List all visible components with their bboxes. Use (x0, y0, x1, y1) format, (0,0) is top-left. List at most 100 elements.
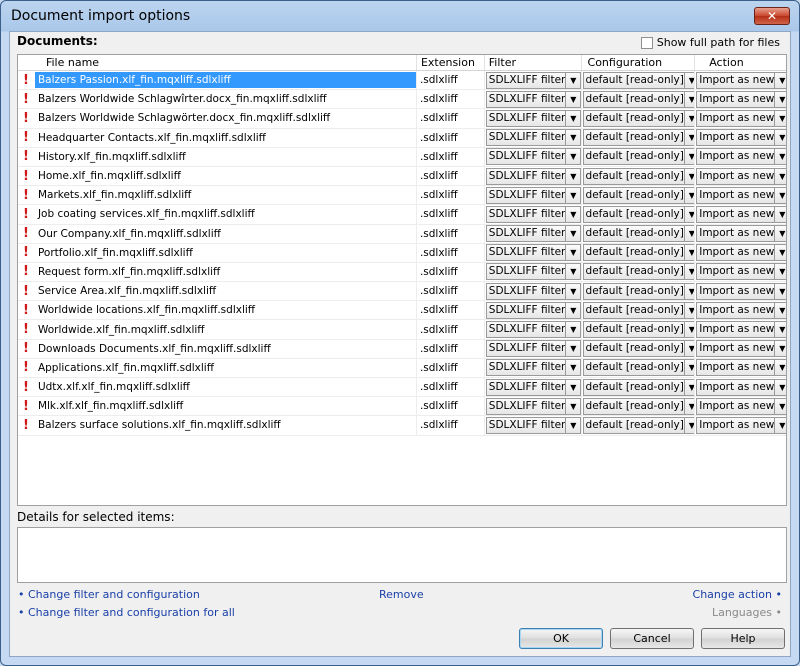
configuration-dropdown[interactable]: default [read-only] ▼ (582, 340, 695, 358)
chevron-down-icon[interactable]: ▼ (683, 379, 694, 395)
chevron-down-icon[interactable]: ▼ (774, 322, 786, 338)
chevron-down-icon[interactable]: ▼ (565, 283, 580, 299)
table-row[interactable]: ! History.xlf_fin.mqxliff.sdlxliff .sdlxli… (18, 147, 786, 167)
cancel-button[interactable]: Cancel (610, 628, 694, 649)
chevron-down-icon[interactable]: ▼ (565, 417, 580, 433)
table-row[interactable]: ! Mlk.xlf.xlf_fin.mqxliff.sdlxliff .sdlxli… (18, 397, 786, 417)
chevron-down-icon[interactable]: ▼ (683, 72, 694, 88)
header-extension[interactable]: Extension (417, 55, 485, 70)
configuration-dropdown[interactable]: default [read-only] ▼ (582, 205, 695, 223)
configuration-dropdown[interactable]: default [read-only] ▼ (582, 359, 695, 377)
table-row[interactable]: ! Downloads Documents.xlf_fin.mqxliff.sdl… (18, 339, 786, 359)
file-name-cell[interactable]: Markets.xlf_fin.mqxliff.sdlxliff (34, 186, 417, 205)
file-name-cell[interactable]: Home.xlf_fin.mqxliff.sdlxliff (34, 166, 417, 186)
action-dropdown[interactable]: Import as new ▼ (696, 167, 786, 185)
chevron-down-icon[interactable]: ▼ (774, 206, 786, 222)
chevron-down-icon[interactable]: ▼ (565, 206, 580, 222)
filter-dropdown[interactable]: SDLXLIFF filter ▼ (485, 205, 581, 223)
chevron-down-icon[interactable]: ▼ (774, 72, 786, 88)
file-name-cell[interactable]: Worldwide.xlf_fin.mqxliff.sdlxliff (34, 320, 417, 339)
chevron-down-icon[interactable]: ▼ (683, 341, 694, 357)
chevron-down-icon[interactable]: ▼ (683, 206, 694, 222)
file-name-cell[interactable]: Balzers Worldwide Schlagwîrter.docx_fin.… (34, 90, 417, 109)
table-row[interactable]: ! Markets.xlf_fin.mqxliff.sdlxliff .sdlxli… (18, 186, 786, 206)
action-dropdown[interactable]: Import as new ▼ (696, 282, 786, 300)
file-name-cell[interactable]: Our Company.xlf_fin.mqxliff.sdlxliff (34, 224, 417, 243)
table-row[interactable]: ! Request form.xlf_fin.mqxliff.sdlxliff .s… (18, 262, 786, 283)
filter-dropdown[interactable]: SDLXLIFF filter ▼ (485, 340, 581, 358)
file-name-cell[interactable]: Service Area.xlf_fin.mqxliff.sdlxliff (34, 282, 417, 301)
file-name-cell[interactable]: Request form.xlf_fin.mqxliff.sdlxliff (34, 262, 417, 282)
filter-dropdown[interactable]: SDLXLIFF filter ▼ (485, 109, 581, 127)
chevron-down-icon[interactable]: ▼ (683, 91, 694, 107)
action-dropdown[interactable]: Import as new ▼ (696, 263, 786, 281)
change-filter-link[interactable]: • Change filter and configuration (18, 588, 200, 601)
configuration-dropdown[interactable]: default [read-only] ▼ (582, 129, 695, 147)
table-row[interactable]: ! Balzers Worldwide Schlagwîrter.docx_fin… (18, 90, 786, 110)
filter-dropdown[interactable]: SDLXLIFF filter ▼ (485, 397, 581, 415)
header-configuration[interactable]: Configuration (582, 55, 696, 70)
table-row[interactable]: ! Worldwide locations.xlf_fin.mqxliff.sdl… (18, 301, 786, 321)
table-row[interactable]: ! Home.xlf_fin.mqxliff.sdlxliff .sdlxliff S… (18, 166, 786, 187)
table-row[interactable]: ! Applications.xlf_fin.mqxliff.sdlxliff .s… (18, 358, 786, 378)
table-row[interactable]: ! Headquarter Contacts.xlf_fin.mqxliff.sd… (18, 128, 786, 148)
remove-link[interactable]: Remove (379, 588, 424, 601)
file-name-cell[interactable]: Headquarter Contacts.xlf_fin.mqxliff.sdl… (34, 128, 417, 147)
action-dropdown[interactable]: Import as new ▼ (696, 244, 786, 262)
filter-dropdown[interactable]: SDLXLIFF filter ▼ (485, 90, 581, 108)
chevron-down-icon[interactable]: ▼ (774, 398, 786, 414)
action-dropdown[interactable]: Import as new ▼ (696, 378, 786, 396)
action-dropdown[interactable]: Import as new ▼ (696, 225, 786, 243)
filter-dropdown[interactable]: SDLXLIFF filter ▼ (485, 244, 581, 262)
chevron-down-icon[interactable]: ▼ (774, 91, 786, 107)
filter-dropdown[interactable]: SDLXLIFF filter ▼ (485, 186, 581, 204)
table-row[interactable]: ! Worldwide.xlf_fin.mqxliff.sdlxliff .sdlx… (18, 320, 786, 340)
configuration-dropdown[interactable]: default [read-only] ▼ (582, 321, 695, 339)
filter-dropdown[interactable]: SDLXLIFF filter ▼ (485, 301, 581, 319)
configuration-dropdown[interactable]: default [read-only] ▼ (582, 71, 695, 89)
chevron-down-icon[interactable]: ▼ (683, 187, 694, 203)
header-filter[interactable]: Filter (485, 55, 582, 70)
filter-dropdown[interactable]: SDLXLIFF filter ▼ (485, 225, 581, 243)
file-name-cell[interactable]: History.xlf_fin.mqxliff.sdlxliff (34, 147, 417, 166)
chevron-down-icon[interactable]: ▼ (683, 398, 694, 414)
chevron-down-icon[interactable]: ▼ (774, 417, 786, 433)
action-dropdown[interactable]: Import as new ▼ (696, 205, 786, 223)
chevron-down-icon[interactable]: ▼ (774, 283, 786, 299)
table-row[interactable]: ! Balzers Passion.xlf_fin.mqxliff.sdlxlif… (18, 71, 786, 91)
chevron-down-icon[interactable]: ▼ (683, 130, 694, 146)
chevron-down-icon[interactable]: ▼ (774, 226, 786, 242)
chevron-down-icon[interactable]: ▼ (565, 226, 580, 242)
file-name-cell[interactable]: Portfolio.xlf_fin.mqxliff.sdlxliff (34, 243, 417, 262)
show-full-path-checkbox[interactable] (640, 36, 653, 49)
table-row[interactable]: ! Udtx.xlf.xlf_fin.mqxliff.sdlxliff .sdlxl… (18, 378, 786, 398)
chevron-down-icon[interactable]: ▼ (774, 264, 786, 280)
action-dropdown[interactable]: Import as new ▼ (696, 359, 786, 377)
chevron-down-icon[interactable]: ▼ (565, 168, 580, 184)
chevron-down-icon[interactable]: ▼ (774, 341, 786, 357)
chevron-down-icon[interactable]: ▼ (565, 245, 580, 261)
change-action-link[interactable]: Change action • (693, 588, 782, 601)
table-row[interactable]: ! Portfolio.xlf_fin.mqxliff.sdlxliff .sdlx… (18, 243, 786, 263)
help-button[interactable]: Help (701, 628, 785, 649)
filter-dropdown[interactable]: SDLXLIFF filter ▼ (485, 378, 581, 396)
action-dropdown[interactable]: Import as new ▼ (696, 416, 786, 434)
file-name-cell[interactable]: Udtx.xlf.xlf_fin.mqxliff.sdlxliff (34, 378, 417, 397)
chevron-down-icon[interactable]: ▼ (683, 168, 694, 184)
filter-dropdown[interactable]: SDLXLIFF filter ▼ (485, 359, 581, 377)
action-dropdown[interactable]: Import as new ▼ (696, 148, 786, 166)
chevron-down-icon[interactable]: ▼ (774, 130, 786, 146)
chevron-down-icon[interactable]: ▼ (774, 245, 786, 261)
chevron-down-icon[interactable]: ▼ (565, 130, 580, 146)
chevron-down-icon[interactable]: ▼ (565, 302, 580, 318)
chevron-down-icon[interactable]: ▼ (683, 283, 694, 299)
configuration-dropdown[interactable]: default [read-only] ▼ (582, 148, 695, 166)
configuration-dropdown[interactable]: default [read-only] ▼ (582, 244, 695, 262)
chevron-down-icon[interactable]: ▼ (774, 379, 786, 395)
chevron-down-icon[interactable]: ▼ (774, 187, 786, 203)
chevron-down-icon[interactable]: ▼ (683, 264, 694, 280)
action-dropdown[interactable]: Import as new ▼ (696, 129, 786, 147)
chevron-down-icon[interactable]: ▼ (683, 417, 694, 433)
chevron-down-icon[interactable]: ▼ (683, 245, 694, 261)
table-row[interactable]: ! Job coating services.xlf_fin.mqxliff.sd… (18, 205, 786, 225)
